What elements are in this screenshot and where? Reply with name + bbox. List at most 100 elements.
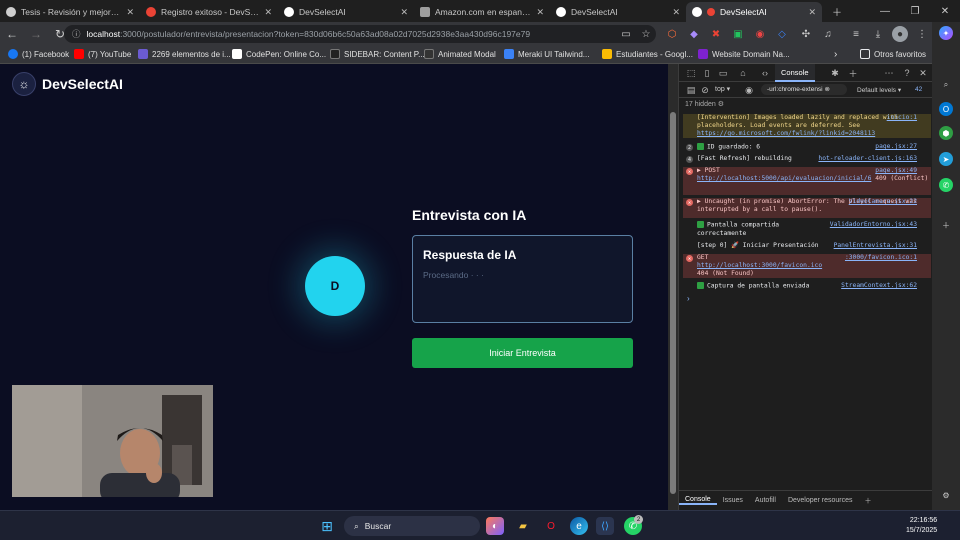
close-icon[interactable]: ✕ [808, 7, 816, 18]
star-icon[interactable]: ☆ [638, 26, 654, 42]
tab-6-active[interactable]: DevSelectAI ✕ [686, 2, 822, 22]
context-select[interactable]: top ▾ [715, 85, 730, 93]
extension-icon[interactable]: ◉ [752, 26, 768, 42]
tab-5[interactable]: DevSelectAI ✕ [550, 2, 686, 22]
file-explorer-icon[interactable]: ▰ [514, 517, 532, 535]
elements-icon[interactable]: ‹› [759, 67, 771, 79]
message-link[interactable]: http://localhost:5000/api/evaluacion/ini… [697, 175, 871, 182]
drawer-tab-issues[interactable]: Issues [717, 497, 749, 504]
minimize-icon[interactable]: — [870, 0, 900, 22]
extension-icon[interactable]: ◇ [774, 26, 790, 42]
copilot-icon[interactable]: ✦ [939, 26, 953, 40]
profile-avatar[interactable]: ● [892, 26, 908, 42]
sidebar-settings-icon[interactable]: ⚙ [939, 488, 953, 502]
cast-icon[interactable]: ▭ [618, 26, 634, 42]
close-icon[interactable]: ✕ [536, 7, 544, 18]
tab-console[interactable]: Console [775, 64, 815, 82]
puzzle-icon[interactable]: ✣ [798, 26, 814, 42]
kebab-menu-icon[interactable]: ⋮ [914, 26, 930, 42]
forward-icon[interactable]: → [24, 22, 48, 46]
extension-icon[interactable]: ◆ [686, 26, 702, 42]
download-icon[interactable]: ⤓ [870, 26, 886, 42]
tab-3[interactable]: DevSelectAI ✕ [278, 2, 414, 22]
inspect-icon[interactable]: ⬚ [685, 67, 697, 79]
copilot-taskbar-icon[interactable]: ◐ [486, 517, 504, 535]
extension-icon[interactable]: ▣ [730, 26, 746, 42]
outlook-icon[interactable]: O [939, 102, 953, 116]
bookmark-estudiantes[interactable]: Estudiantes - Googl... [602, 49, 693, 59]
start-interview-button[interactable]: Iniciar Entrevista [412, 338, 633, 368]
search-icon[interactable]: ⌕ [939, 78, 953, 92]
windows-start-icon[interactable]: ⊞ [318, 517, 336, 535]
log-levels-select[interactable]: Default levels ▾ [857, 86, 901, 94]
more-tabs-icon[interactable]: ⋯ [883, 67, 895, 79]
media-icon[interactable]: ♫ [820, 26, 836, 42]
message-link[interactable]: https://go.microsoft.com/fwlink/?linkid=… [697, 130, 875, 137]
new-tab-icon[interactable]: ＋ [822, 0, 852, 22]
clear-console-icon[interactable]: ⊘ [699, 84, 711, 96]
message-link[interactable]: http://localhost:3000/favicon.ico [697, 262, 822, 269]
bug-icon[interactable]: ✱ [829, 67, 841, 79]
console-message-error[interactable]: ✕ GET http://localhost:3000/favicon.ico … [683, 254, 931, 278]
add-panel-icon[interactable]: ＋ [847, 67, 859, 79]
tab-2[interactable]: Registro exitoso - DevSelectA ✕ [140, 2, 278, 22]
bookmark-other-favorites[interactable]: Otros favoritos [860, 49, 926, 59]
close-icon[interactable]: ✕ [672, 7, 680, 18]
add-drawer-tab-icon[interactable]: ＋ [859, 496, 878, 506]
extension-icon[interactable]: ⬡ [664, 26, 680, 42]
bookmark-animated-modal[interactable]: Animated Modal [424, 49, 496, 59]
drawer-tab-developer-resources[interactable]: Developer resources [782, 497, 859, 504]
bookmark-sidebar[interactable]: SIDEBAR: Content P... [330, 49, 425, 59]
message-source[interactable]: VideoCamara.jsx:22 [849, 198, 917, 206]
opera-icon[interactable]: O [542, 517, 560, 535]
message-source[interactable]: page.jsx:49 [875, 167, 917, 175]
filter-input[interactable]: -url:chrome-extensi ⊗ [761, 84, 847, 95]
console-prompt-icon[interactable]: › [687, 294, 690, 303]
app-icon[interactable]: ⬢ [939, 126, 953, 140]
message-source[interactable]: PanelEntrevista.jsx:31 [834, 242, 917, 250]
sidebar-toggle-icon[interactable]: ▤ [685, 84, 697, 96]
message-source[interactable]: inicio:1 [887, 114, 917, 122]
menu-lines-icon[interactable]: ≡ [848, 26, 864, 42]
issues-count-badge[interactable]: 42 [915, 86, 922, 93]
eye-icon[interactable]: ◉ [743, 84, 755, 96]
extension-icon[interactable]: ✖ [708, 26, 724, 42]
panel-icon[interactable]: ▭ [717, 67, 729, 79]
tab-4[interactable]: Amazon.com en espanol. Ga ✕ [414, 2, 550, 22]
bookmark-elementos[interactable]: 2269 elementos de i... [138, 49, 231, 59]
info-icon[interactable]: ⓘ [72, 28, 81, 40]
console-message-error[interactable]: ✕ ▶ Uncaught (in promise) AbortError: Th… [683, 198, 931, 218]
tab-1[interactable]: Tesis - Revisión y mejoras ba ✕ [0, 2, 140, 22]
address-bar[interactable]: ⓘ localhost:3000/postulador/entrevista/p… [64, 25, 656, 43]
telegram-icon[interactable]: ➤ [939, 152, 953, 166]
bookmark-website-domain[interactable]: Website Domain Na... [698, 49, 790, 59]
message-source[interactable]: ValidadorEntorno.jsx:43 [830, 221, 917, 229]
taskbar-search[interactable]: ⌕ Buscar [344, 516, 480, 536]
vscode-icon[interactable]: ⟨⟩ [596, 517, 614, 535]
console-message-error[interactable]: ✕ ▶ POST http://localhost:5000/api/evalu… [683, 167, 931, 195]
device-toolbar-icon[interactable]: ▯ [701, 67, 713, 79]
whatsapp-icon[interactable]: ✆ [939, 178, 953, 192]
add-app-icon[interactable]: ＋ [939, 218, 953, 232]
bookmarks-overflow-icon[interactable]: › [834, 49, 837, 60]
close-icon[interactable]: ✕ [264, 7, 272, 18]
message-source[interactable]: hot-reloader-client.js:163 [818, 155, 917, 163]
maximize-icon[interactable]: ❐ [900, 0, 930, 22]
clock[interactable]: 22:16:56 15/7/2025 [906, 516, 937, 536]
bookmark-facebook[interactable]: (1) Facebook [8, 49, 69, 59]
home-icon[interactable]: ⌂ [737, 67, 749, 79]
drawer-tab-autofill[interactable]: Autofill [749, 497, 782, 504]
brand-logo[interactable]: ☼ DevSelectAI [12, 72, 123, 96]
edge-icon[interactable]: e [570, 517, 588, 535]
close-icon[interactable]: ✕ [126, 7, 134, 18]
message-source[interactable]: :3000/favicon.ico:1 [845, 254, 917, 262]
message-source[interactable]: page.jsx:27 [875, 143, 917, 151]
close-icon[interactable]: ✕ [400, 7, 408, 18]
bookmark-codepen[interactable]: CodePen: Online Co... [232, 49, 326, 59]
bookmark-meraki[interactable]: Meraki UI Tailwind... [504, 49, 589, 59]
window-close-icon[interactable]: ✕ [930, 0, 960, 22]
back-icon[interactable]: ← [0, 22, 24, 46]
bookmark-youtube[interactable]: (7) YouTube [74, 49, 131, 59]
close-devtools-icon[interactable]: ✕ [917, 67, 929, 79]
message-source[interactable]: StreamContext.jsx:62 [841, 282, 917, 290]
